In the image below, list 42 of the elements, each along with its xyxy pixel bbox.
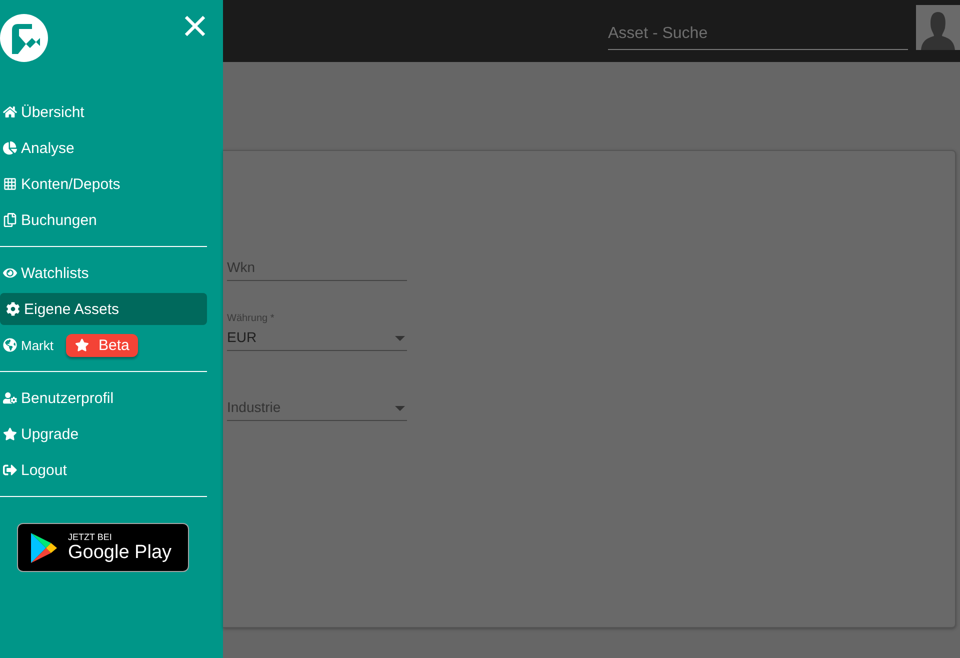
menu-label: Konten/Depots bbox=[21, 176, 120, 192]
pie-chart-icon bbox=[3, 141, 17, 155]
menu-label: Analyse bbox=[21, 140, 74, 156]
menu-item[interactable]: Benutzerprofil bbox=[0, 380, 223, 416]
globe-icon bbox=[3, 338, 17, 352]
menu-label: Watchlists bbox=[21, 264, 89, 282]
logout-icon bbox=[3, 463, 17, 477]
copy-icon bbox=[3, 213, 17, 227]
menu-label: Buchungen bbox=[21, 212, 97, 228]
store-name: Google Play bbox=[68, 542, 172, 564]
menu-item[interactable]: Analyse bbox=[0, 130, 223, 166]
menu-item[interactable]: Logout bbox=[0, 452, 223, 488]
grid-icon bbox=[3, 177, 17, 191]
menu-item[interactable]: Watchlists bbox=[0, 255, 223, 291]
star-icon bbox=[3, 427, 17, 441]
avatar[interactable] bbox=[916, 4, 960, 50]
menu-label: Logout bbox=[21, 462, 67, 478]
play-icon bbox=[30, 532, 58, 564]
menu-label: Eigene Assets bbox=[24, 300, 120, 318]
close-button[interactable] bbox=[183, 14, 207, 38]
menu-label: Markt bbox=[21, 338, 54, 352]
menu-label: Benutzerprofil bbox=[21, 390, 114, 406]
star-icon bbox=[74, 338, 88, 352]
user-settings-icon bbox=[3, 391, 17, 405]
menu-item[interactable]: Konten/Depots bbox=[0, 166, 223, 202]
eye-icon bbox=[3, 266, 17, 280]
google-play-badge[interactable]: JETZT BEI Google Play bbox=[17, 523, 189, 572]
menu-item[interactable]: Eigene Assets bbox=[0, 293, 207, 325]
field-value: EUR bbox=[227, 329, 257, 345]
search-field[interactable]: Asset - Suche bbox=[608, 20, 908, 50]
menu-item[interactable]: Upgrade bbox=[0, 416, 223, 452]
caret-icon bbox=[395, 406, 405, 411]
menu-item[interactable]: Buchungen bbox=[0, 202, 223, 238]
badge-label: Beta bbox=[98, 336, 130, 354]
caret-icon bbox=[395, 336, 405, 341]
menu-label: Übersicht bbox=[21, 104, 84, 120]
menu-label: Upgrade bbox=[21, 426, 79, 442]
settings-icon bbox=[6, 302, 20, 316]
menu-item[interactable]: Markt Beta bbox=[0, 327, 223, 363]
home-icon bbox=[3, 105, 17, 119]
menu-item[interactable]: Übersicht bbox=[0, 94, 223, 130]
store-caption: JETZT BEI bbox=[68, 532, 113, 542]
